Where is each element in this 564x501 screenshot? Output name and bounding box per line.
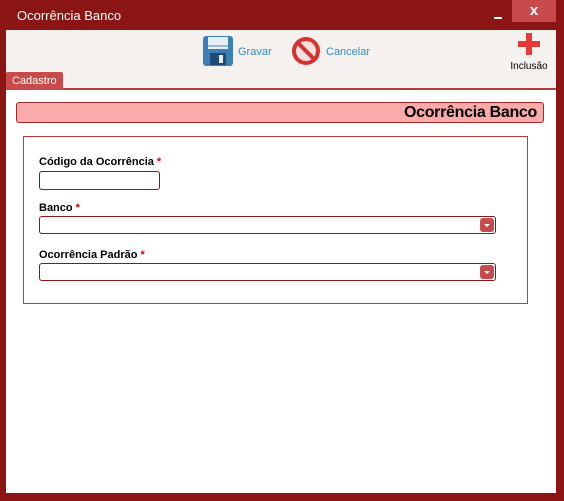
inclusao-label: Inclusão — [510, 61, 548, 72]
floppy-disk-icon — [202, 35, 234, 70]
section-title: Ocorrência Banco — [16, 102, 544, 123]
ocorrencia-padrao-select[interactable] — [39, 263, 496, 281]
required-marker: * — [156, 156, 162, 168]
window-title: Ocorrência Banco — [17, 8, 122, 23]
codigo-input[interactable] — [39, 171, 160, 190]
required-marker: * — [140, 249, 145, 261]
app-window: Ocorrência Banco x Gravar Cancelar Inclu… — [0, 0, 564, 501]
tab-cadastro[interactable]: Cadastro — [6, 72, 63, 90]
codigo-label-text: Código da Ocorrência — [39, 156, 154, 168]
chevron-down-icon[interactable] — [480, 218, 494, 232]
cancelar-label: Cancelar — [326, 46, 371, 58]
form-panel: Código da Ocorrência * Banco * Ocorrência … — [23, 136, 528, 304]
banco-label: Banco * — [39, 202, 80, 214]
gravar-button[interactable]: Gravar — [202, 34, 272, 70]
inclusao-button[interactable]: Inclusão — [504, 32, 554, 74]
tab-strip: Cadastro — [6, 72, 556, 90]
ocorrencia-padrao-label-text: Ocorrência Padrão — [39, 249, 138, 261]
cancelar-button[interactable]: Cancelar — [290, 34, 370, 70]
required-marker: * — [75, 202, 80, 214]
close-button[interactable]: x — [512, 0, 556, 22]
title-bar[interactable]: Ocorrência Banco x — [0, 0, 564, 30]
no-entry-icon — [290, 35, 322, 70]
banco-select[interactable] — [39, 216, 496, 234]
minimize-button[interactable] — [486, 6, 510, 24]
plus-icon — [517, 33, 541, 59]
ocorrencia-padrao-label: Ocorrência Padrão * — [39, 249, 145, 261]
chevron-down-icon[interactable] — [480, 265, 494, 279]
content-panel: Ocorrência Banco Código da Ocorrência * B… — [6, 90, 556, 493]
minimize-icon — [494, 17, 502, 19]
banco-label-text: Banco — [39, 202, 73, 214]
codigo-label: Código da Ocorrência * — [39, 156, 161, 168]
gravar-label: Gravar — [238, 46, 272, 58]
